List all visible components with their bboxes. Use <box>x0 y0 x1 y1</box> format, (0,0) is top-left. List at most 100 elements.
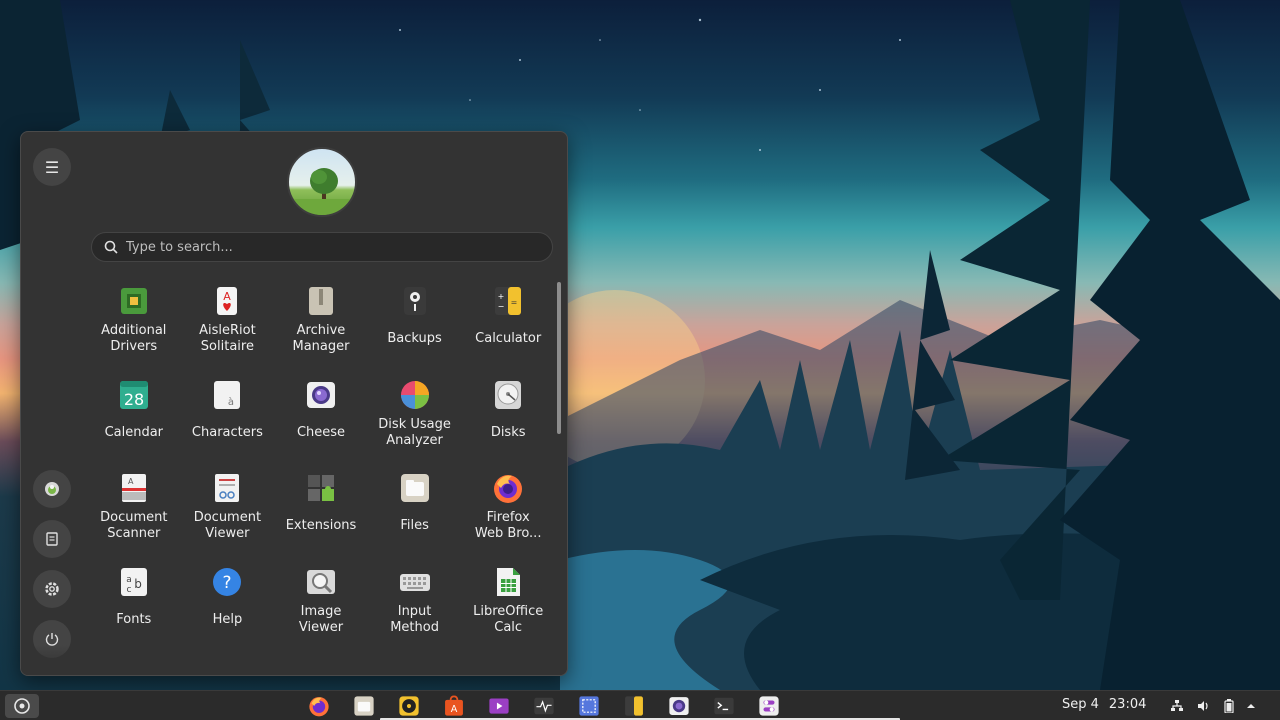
app-label: Disks <box>490 424 526 440</box>
cheese-icon <box>669 697 689 715</box>
playing-card-icon: A <box>210 284 244 318</box>
app-label: AisleRiot Solitaire <box>199 323 256 354</box>
app-libreoffice-calc[interactable]: LibreOffice Calc <box>461 559 555 653</box>
app-input-method[interactable]: Input Method <box>368 559 462 653</box>
svg-text:28: 28 <box>124 390 144 409</box>
app-label: Disk Usage Analyzer <box>378 416 451 448</box>
image-viewer-icon <box>304 565 338 599</box>
svg-text:?: ? <box>223 573 232 593</box>
app-archive-manager[interactable]: Archive Manager <box>274 278 368 372</box>
screenshot-icon <box>579 696 599 716</box>
taskbar-screenshot[interactable] <box>577 694 601 718</box>
clock-date: Sep 4 <box>1062 697 1099 712</box>
system-monitor-icon <box>534 697 554 715</box>
document-icon <box>46 532 58 546</box>
grid-fade <box>21 645 567 675</box>
tray-expand-button[interactable] <box>1242 697 1260 715</box>
menu-hamburger-button[interactable]: ☰ <box>33 148 71 186</box>
tree-icon <box>289 168 355 215</box>
app-disks[interactable]: Disks <box>461 372 555 466</box>
svg-text:A: A <box>128 477 134 486</box>
clock-time: 23:04 <box>1108 697 1147 712</box>
search-input[interactable] <box>126 239 506 255</box>
search-icon <box>104 240 118 254</box>
svg-text:=: = <box>511 298 518 307</box>
app-files[interactable]: Files <box>368 465 462 559</box>
volume-indicator[interactable] <box>1194 697 1212 715</box>
svg-text:a: a <box>126 575 132 585</box>
svg-text:A: A <box>451 704 458 715</box>
app-label: Additional Drivers <box>101 323 167 354</box>
disks-icon <box>491 378 525 412</box>
app-characters[interactable]: à Characters <box>181 372 275 466</box>
app-grid-scrollbar[interactable] <box>557 282 561 434</box>
app-extensions[interactable]: Extensions <box>274 465 368 559</box>
app-label: Document Viewer <box>193 510 262 541</box>
taskbar-video-player[interactable] <box>487 694 511 718</box>
chevron-up-icon <box>1247 704 1255 708</box>
taskbar-software-center[interactable]: A <box>442 694 466 718</box>
app-image-viewer[interactable]: Image Viewer <box>274 559 368 653</box>
app-label: Calculator <box>475 331 542 346</box>
puzzle-icon <box>304 471 338 505</box>
hamburger-icon: ☰ <box>44 157 60 177</box>
taskbar-files[interactable] <box>352 694 376 718</box>
documents-button[interactable] <box>33 520 71 558</box>
taskbar-firefox[interactable] <box>307 694 331 718</box>
app-label: Image Viewer <box>298 603 344 635</box>
spreadsheet-icon <box>491 565 525 599</box>
app-calendar[interactable]: 28 Calendar <box>87 372 181 466</box>
app-additional-drivers[interactable]: Additional Drivers <box>87 278 181 372</box>
start-menu-button[interactable] <box>5 694 39 718</box>
svg-text:−: − <box>498 302 505 311</box>
video-icon <box>489 698 509 714</box>
taskbar-system-monitor[interactable] <box>532 694 556 718</box>
taskbar-calculator[interactable] <box>622 694 646 718</box>
app-document-scanner[interactable]: A Document Scanner <box>87 465 181 559</box>
clock[interactable]: Sep 4 23:04 <box>1062 697 1146 712</box>
firefox-icon <box>491 471 525 505</box>
scanner-icon: A <box>117 471 151 505</box>
gear-icon <box>45 582 59 596</box>
app-disk-usage-analyzer[interactable]: Disk Usage Analyzer <box>368 372 462 466</box>
taskbar-settings[interactable] <box>757 694 781 718</box>
app-label: Characters <box>191 424 263 440</box>
app-calculator[interactable]: + − = Calculator <box>461 278 555 372</box>
search-box[interactable] <box>91 232 553 262</box>
svg-text:à: à <box>228 396 234 408</box>
svg-text:A: A <box>224 290 232 303</box>
app-label: Input Method <box>390 603 439 635</box>
network-icon <box>1171 700 1183 711</box>
folder-icon <box>354 696 374 716</box>
app-help[interactable]: ? Help <box>181 559 275 653</box>
terminal-icon <box>714 697 734 715</box>
network-indicator[interactable] <box>1168 697 1186 715</box>
svg-text:c: c <box>126 585 131 595</box>
user-avatar[interactable] <box>287 147 357 217</box>
app-aisleriot-solitaire[interactable]: A AisleRiot Solitaire <box>181 278 275 372</box>
chip-icon <box>117 284 151 318</box>
characters-icon: à <box>210 378 244 412</box>
archive-icon <box>304 284 338 318</box>
app-firefox[interactable]: Firefox Web Bro... <box>461 465 555 559</box>
keyboard-icon <box>398 565 432 599</box>
app-cheese[interactable]: Cheese <box>274 372 368 466</box>
battery-indicator[interactable] <box>1220 697 1238 715</box>
places-button[interactable] <box>33 470 71 508</box>
folder-icon <box>398 471 432 505</box>
app-label: Archive Manager <box>292 323 350 354</box>
app-fonts[interactable]: abc Fonts <box>87 559 181 653</box>
app-document-viewer[interactable]: Document Viewer <box>181 465 275 559</box>
settings-app-icon <box>759 696 779 716</box>
music-player-icon <box>399 696 419 716</box>
help-icon: ? <box>210 565 244 599</box>
app-label: Backups <box>387 331 442 346</box>
taskbar-cheese[interactable] <box>667 694 691 718</box>
taskbar-terminal[interactable] <box>712 694 736 718</box>
app-backups[interactable]: Backups <box>368 278 462 372</box>
app-menu: ☰ Type to search... Additional Drivers A… <box>20 131 568 676</box>
document-viewer-icon <box>210 471 244 505</box>
taskbar-rhythmbox[interactable] <box>397 694 421 718</box>
backup-icon <box>398 284 432 318</box>
settings-button[interactable] <box>33 570 71 608</box>
